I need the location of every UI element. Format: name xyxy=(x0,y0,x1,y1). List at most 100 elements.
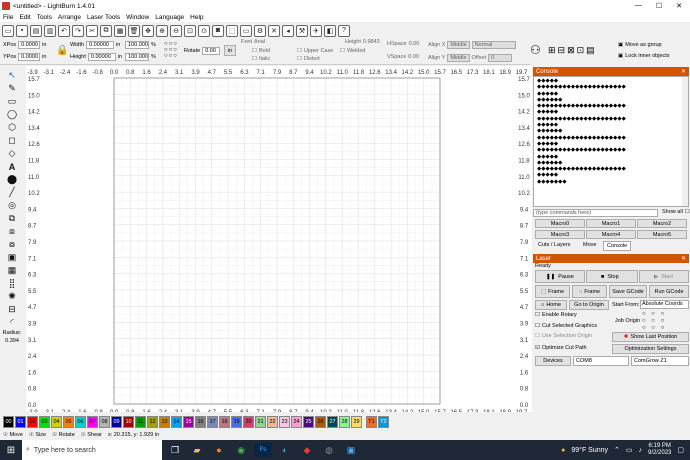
palette-swatch-18[interactable]: 18 xyxy=(219,416,230,428)
hspace-input[interactable]: 0.00 xyxy=(409,41,420,47)
palette-swatch-25[interactable]: 25 xyxy=(303,416,314,428)
minimize-icon[interactable]: — xyxy=(635,2,642,10)
rectangle-icon[interactable]: ▭ xyxy=(5,96,19,107)
photoshop-icon[interactable]: Ps xyxy=(254,443,272,457)
font-select[interactable]: Arial xyxy=(254,39,265,45)
home-button[interactable]: ⌂ Home xyxy=(535,300,567,310)
boolean-subtract-icon[interactable]: ⧈ xyxy=(5,226,19,237)
move-as-group-icon[interactable]: ▣ xyxy=(618,42,623,48)
origin-grid-icon[interactable]: ○○○ ○○○ ○○○ xyxy=(164,41,178,59)
macro0-button[interactable]: Macro0 xyxy=(535,219,585,228)
move-mode[interactable]: ☉ Move xyxy=(3,432,23,438)
menu-arrange[interactable]: Arrange xyxy=(58,14,81,21)
copy-along-path-icon[interactable]: ⊟ xyxy=(5,304,19,315)
palette-swatch-00[interactable]: 00 xyxy=(3,416,14,428)
workspace-canvas[interactable]: -3.9 -3.1 -2.4 -1.6 -0.8 0.0 0.8 1.6 2.4 3.1 3.9 4.… xyxy=(26,66,532,412)
grid-array-icon[interactable]: ⣿ xyxy=(5,278,19,289)
help-icon[interactable]: ? xyxy=(338,24,350,37)
menu-laser-tools[interactable]: Laser Tools xyxy=(87,14,120,21)
pin-icon[interactable]: ⬤ xyxy=(5,174,19,185)
palette-swatch-29[interactable]: 29 xyxy=(351,416,362,428)
palette-swatch-07[interactable]: 07 xyxy=(87,416,98,428)
menu-language[interactable]: Language xyxy=(155,14,184,21)
ellipse-icon[interactable]: ◯ xyxy=(5,109,19,120)
italic-checkbox[interactable]: ☐ xyxy=(252,56,257,62)
macro4-button[interactable]: Macro4 xyxy=(586,230,636,239)
close-panel-icon[interactable]: ✕ xyxy=(681,68,689,75)
tab-cuts-layers[interactable]: Cuts / Layers xyxy=(538,242,570,248)
palette-swatch-15[interactable]: 15 xyxy=(183,416,194,428)
palette-swatch-10[interactable]: 10 xyxy=(123,416,134,428)
edit-nodes-icon[interactable]: ◻ xyxy=(5,135,19,146)
units-button[interactable]: in xyxy=(224,45,236,56)
lock-inner-icon[interactable]: ▣ xyxy=(618,53,623,59)
palette-swatch-21[interactable]: 21 xyxy=(255,416,266,428)
taskbar-search[interactable]: ⌕ Type here to search xyxy=(22,440,162,460)
palette-swatch-09[interactable]: 09 xyxy=(111,416,122,428)
plane-icon[interactable]: ✈ xyxy=(310,24,322,37)
text-mode-select[interactable]: Normal xyxy=(471,41,516,49)
palette-swatch-16[interactable]: 16 xyxy=(195,416,206,428)
macro3-button[interactable]: Macro3 xyxy=(535,230,585,239)
scale-height-input[interactable]: 100.000 xyxy=(125,53,149,61)
save-gcode-button[interactable]: Save GCode xyxy=(609,285,647,298)
text-height-input[interactable]: 0.9843 xyxy=(363,39,380,45)
weather-icon[interactable]: ● xyxy=(561,447,565,454)
palette-swatch-08[interactable]: 08 xyxy=(99,416,110,428)
app-icon[interactable]: ◍ xyxy=(320,443,338,457)
menu-file[interactable]: File xyxy=(3,14,13,21)
export-icon[interactable]: ▥ xyxy=(44,24,56,37)
select-arrow-icon[interactable]: ↖ xyxy=(5,70,19,81)
palette-swatch-23[interactable]: 23 xyxy=(279,416,290,428)
zoom-out-icon[interactable]: ⊖ xyxy=(170,24,182,37)
palette-swatch-12[interactable]: 12 xyxy=(147,416,158,428)
console-command-input[interactable]: (type commands here) xyxy=(533,209,658,217)
palette-swatch-13[interactable]: 13 xyxy=(159,416,170,428)
palette-swatch-24[interactable]: 24 xyxy=(291,416,302,428)
xpos-input[interactable]: 0.0000 xyxy=(18,41,41,49)
show-last-position-button[interactable]: ✚ Show Last Position xyxy=(612,332,689,342)
run-gcode-button[interactable]: Run GCode xyxy=(649,285,689,298)
frame-button[interactable]: ⬚ Frame xyxy=(535,285,570,298)
rotate-mode[interactable]: ☉ Rotate xyxy=(52,432,75,438)
align-y-select[interactable]: Middle xyxy=(447,54,470,62)
save-icon[interactable]: ▪ xyxy=(16,24,28,37)
select-icon[interactable]: ⬚ xyxy=(226,24,238,37)
macro2-button[interactable]: Macro2 xyxy=(637,219,687,228)
devices-button[interactable]: Devices xyxy=(535,356,571,366)
paste-icon[interactable]: ▦ xyxy=(114,24,126,37)
menu-tools[interactable]: Tools xyxy=(37,14,52,21)
offset-input[interactable]: 0 xyxy=(488,54,513,62)
tab-console[interactable]: Console xyxy=(603,241,632,251)
open-icon[interactable]: ▭ xyxy=(2,24,14,37)
measure-icon[interactable]: ╱ xyxy=(5,187,19,198)
height-input[interactable]: 0.00000 xyxy=(87,53,116,61)
show-all-checkbox[interactable]: ☐ xyxy=(685,209,690,215)
palette-swatch-02[interactable]: 02 xyxy=(27,416,38,428)
move-icon[interactable]: ✥ xyxy=(142,24,154,37)
scale-width-input[interactable]: 100.000 xyxy=(125,41,149,49)
size-mode[interactable]: ☉ Size xyxy=(29,432,46,438)
align-tools-icon[interactable]: ⊞⊟⊠⊡▤ xyxy=(548,45,597,56)
lock-icon[interactable]: 🔒 xyxy=(56,45,68,56)
stop-button[interactable]: ■ Stop xyxy=(586,270,638,283)
close-icon[interactable]: ✕ xyxy=(676,2,682,10)
port-select[interactable]: COM8 xyxy=(573,356,629,366)
import-icon[interactable]: ▤ xyxy=(30,24,42,37)
task-view-icon[interactable]: ❐ xyxy=(166,443,184,457)
bold-checkbox[interactable]: ☐ xyxy=(252,48,257,54)
ypos-input[interactable]: 0.0000 xyxy=(18,53,41,61)
weld-icon[interactable]: ▣ xyxy=(5,252,19,263)
corner-radius-icon[interactable]: ◜ xyxy=(5,317,19,328)
align-icon[interactable]: ◂ xyxy=(282,24,294,37)
use-selection-origin-checkbox[interactable]: ☐ xyxy=(535,333,540,339)
console-scrollbar[interactable] xyxy=(682,77,688,206)
array-icon[interactable]: ▦ xyxy=(5,265,19,276)
job-origin-radios[interactable]: ○ ○ ○ ○ ○ ○ ○ ○ ○ xyxy=(642,311,666,332)
circular-array-icon[interactable]: ✺ xyxy=(5,291,19,302)
edge-icon[interactable]: ◐ xyxy=(276,443,294,457)
rotate-input[interactable]: 0.00 xyxy=(202,47,221,55)
cut-icon[interactable]: ✂ xyxy=(86,24,98,37)
palette-swatch-20[interactable]: 20 xyxy=(243,416,254,428)
pause-button[interactable]: ❚❚ Pause xyxy=(535,270,585,283)
